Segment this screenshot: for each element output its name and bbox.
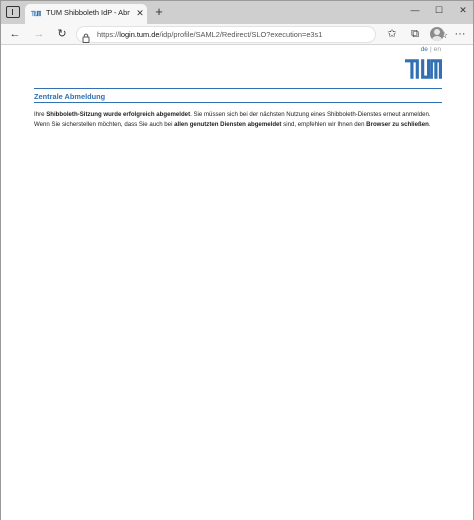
tab-tum-shibboleth[interactable]: TUM Shibboleth IdP - Abmeldung ✕: [25, 4, 147, 24]
language-en-link[interactable]: en: [434, 46, 441, 53]
tum-logo-icon: [405, 59, 442, 79]
logout-message: Ihre Shibboleth-Sitzung wurde erfolgreic…: [34, 110, 446, 129]
message-text: .: [428, 120, 431, 128]
message-bold-session: Shibboleth-Sitzung wurde erfolgreich abg…: [46, 111, 191, 118]
close-window-button[interactable]: ✕: [452, 3, 474, 17]
minimize-button[interactable]: —: [404, 3, 426, 17]
forward-button[interactable]: →: [31, 26, 47, 42]
page-title: Zentrale Abmeldung: [34, 92, 106, 101]
address-bar[interactable]: https://login.tum.de/idp/profile/SAML2/R…: [76, 26, 448, 43]
lock-icon[interactable]: [82, 30, 90, 43]
url-text: https://login.tum.de/idp/profile/SAML2/R…: [97, 30, 322, 39]
message-bold-close-browser: Browser zu schließen: [366, 120, 429, 128]
url-scheme: https://: [97, 30, 120, 39]
maximize-button[interactable]: ☐: [428, 3, 450, 17]
collections-icon[interactable]: ⧉: [407, 26, 423, 42]
heading-rule-top: [34, 88, 442, 89]
page-content: de | en Zentrale Abmeldung Ihre Shibboleth…: [1, 46, 473, 520]
url-path: /idp/profile/SAML2/Redirect/SLO?executio…: [159, 30, 323, 39]
tab-title: TUM Shibboleth IdP - Abmeldung: [46, 8, 130, 17]
tum-favicon-icon: [31, 10, 41, 17]
message-text: Ihre: [34, 111, 47, 118]
browser-toolbar: ← → ↻ https://login.tum.de/idp/profile/S…: [1, 24, 473, 45]
tab-close-icon[interactable]: ✕: [134, 7, 146, 19]
profile-avatar[interactable]: [430, 27, 444, 41]
message-bold-services: allen genutzten Diensten abgemeldet: [174, 120, 282, 128]
reload-button[interactable]: ↻: [54, 26, 70, 42]
back-button[interactable]: ←: [7, 26, 23, 42]
browser-window: TUM Shibboleth IdP - Abmeldung ✕ + — ☐ ✕…: [0, 0, 474, 520]
language-switcher: de | en: [421, 46, 441, 53]
url-host: login.tum.de: [119, 30, 160, 39]
tab-actions-icon[interactable]: [6, 6, 20, 18]
favorites-icon[interactable]: ✩: [384, 26, 400, 42]
new-tab-button[interactable]: +: [152, 5, 166, 19]
heading-rule-bottom: [34, 102, 442, 103]
settings-menu-icon[interactable]: ···: [452, 26, 468, 42]
language-de-link[interactable]: de: [421, 46, 428, 53]
message-text: sind, empfehlen wir Ihnen den: [281, 120, 367, 128]
tab-strip: TUM Shibboleth IdP - Abmeldung ✕ + — ☐ ✕: [1, 1, 473, 24]
